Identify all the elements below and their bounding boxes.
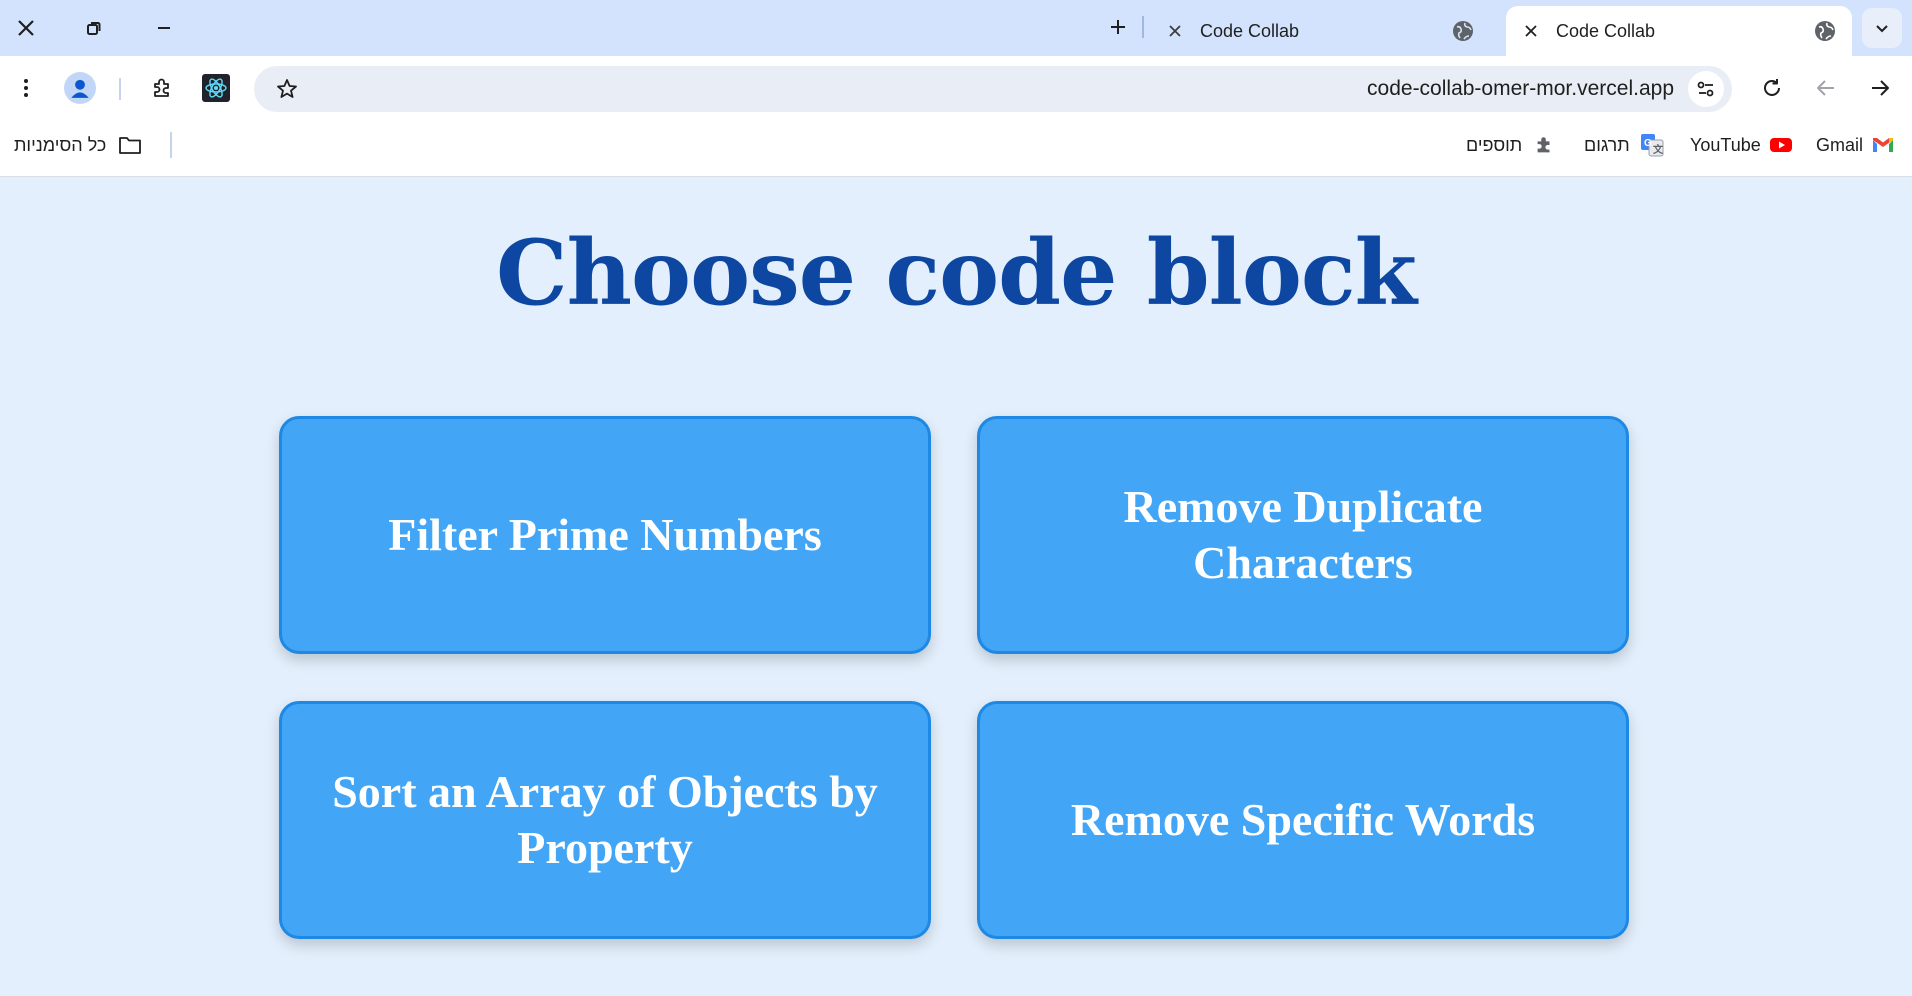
bookmarks-bar: כל הסימניות תוספים תרגום G文 YouTube Gmai…: [0, 120, 1912, 177]
arrow-back-icon[interactable]: [1806, 68, 1846, 108]
code-block-card-remove-specific-words[interactable]: Remove Specific Words: [977, 701, 1629, 939]
bookmark-label: YouTube: [1690, 134, 1761, 155]
globe-icon: [1450, 18, 1476, 44]
kebab-menu-icon[interactable]: [6, 68, 46, 108]
tab-strip: Code Collab Code Collab: [0, 0, 1912, 56]
react-icon[interactable]: [196, 68, 236, 108]
youtube-icon: [1769, 133, 1793, 157]
google-translate-icon: G文: [1640, 133, 1664, 157]
svg-text:文: 文: [1653, 143, 1664, 156]
star-icon[interactable]: [272, 74, 302, 104]
puzzle-icon[interactable]: [142, 68, 182, 108]
all-bookmarks-button[interactable]: כל הסימניות: [14, 130, 142, 160]
bookmarks-divider: [170, 132, 172, 158]
gmail-bookmark[interactable]: Gmail: [1816, 130, 1895, 160]
bookmark-label: תוספים: [1466, 134, 1523, 155]
tab-close-icon[interactable]: [1514, 14, 1548, 48]
url-text[interactable]: code-collab-omer-mor.vercel.app: [1367, 66, 1674, 112]
code-block-card-filter-prime-numbers[interactable]: Filter Prime Numbers: [279, 416, 931, 654]
tab-code-collab-1[interactable]: Code Collab: [1150, 6, 1490, 56]
tab-search-button[interactable]: [1862, 8, 1902, 48]
folder-icon: [118, 133, 142, 157]
gmail-icon: [1871, 133, 1895, 157]
address-bar[interactable]: code-collab-omer-mor.vercel.app: [254, 66, 1732, 112]
extensions-bookmark[interactable]: תוספים: [1466, 130, 1556, 160]
tab-title: Code Collab: [1556, 20, 1656, 41]
minimize-icon[interactable]: [144, 8, 184, 48]
puzzle-icon: [1532, 133, 1556, 157]
page-title: Choose code block: [495, 220, 1417, 326]
tab-divider: [1142, 16, 1144, 38]
toolbar-divider: [119, 78, 121, 100]
browser-toolbar: code-collab-omer-mor.vercel.app: [0, 56, 1912, 120]
reload-icon[interactable]: [1752, 68, 1792, 108]
person-icon: [64, 72, 96, 104]
svg-text:G: G: [1644, 138, 1652, 149]
tab-close-icon[interactable]: [1158, 14, 1192, 48]
close-window-icon[interactable]: [6, 8, 46, 48]
bookmark-label: Gmail: [1816, 134, 1864, 155]
profile-button[interactable]: [60, 68, 100, 108]
restore-icon[interactable]: [74, 8, 114, 48]
plus-icon: [1111, 20, 1125, 34]
bookmark-label: תרגום: [1584, 134, 1630, 155]
globe-icon: [1812, 18, 1838, 44]
bookmark-label: כל הסימניות: [14, 134, 107, 155]
tune-icon[interactable]: [1688, 71, 1724, 107]
code-block-card-sort-array-of-objects[interactable]: Sort an Array of Objects by Property: [279, 701, 931, 939]
chevron-down-icon: [1876, 25, 1888, 33]
youtube-bookmark[interactable]: YouTube: [1690, 130, 1793, 160]
arrow-forward-icon[interactable]: [1860, 68, 1900, 108]
code-block-card-remove-duplicate-characters[interactable]: Remove Duplicate Characters: [977, 416, 1629, 654]
new-tab-button[interactable]: [1100, 12, 1136, 42]
translate-bookmark[interactable]: תרגום G文: [1584, 130, 1664, 160]
tab-code-collab-2[interactable]: Code Collab: [1506, 6, 1852, 56]
tab-title: Code Collab: [1200, 20, 1300, 41]
